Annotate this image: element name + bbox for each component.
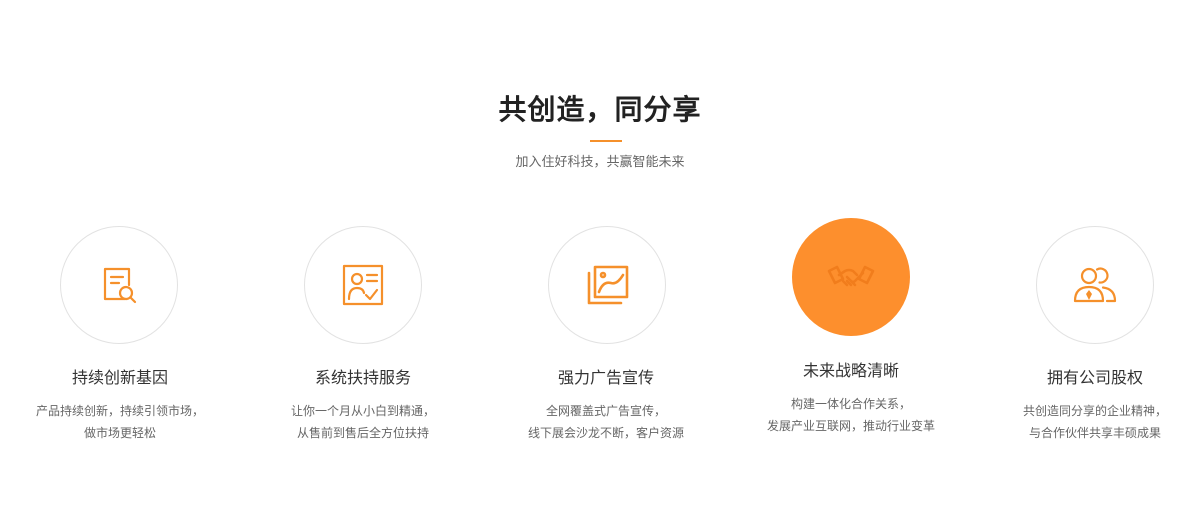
feature-icon-circle[interactable] xyxy=(548,226,666,344)
feature-desc-line: 让你一个月从小白到精通， xyxy=(290,404,435,418)
feature-title: 未来战略清晰 xyxy=(802,361,899,380)
feature-desc-line: 从售前到售后全方位扶持 xyxy=(296,426,429,440)
feature-desc-line: 与合作伙伴共享丰硕成果 xyxy=(1028,426,1161,440)
person-certificate-icon xyxy=(342,264,384,306)
feature-desc-line: 共创造同分享的企业精神， xyxy=(1022,404,1167,418)
feature-desc-line: 发展产业互联网，推动行业变革 xyxy=(766,419,935,433)
feature-icon-circle[interactable] xyxy=(60,226,178,344)
feature-description: 全网覆盖式广告宣传， 线下展会沙龙不断，客户资源 xyxy=(486,400,726,444)
feature-desc-line: 产品持续创新，持续引领市场， xyxy=(35,404,204,418)
ad-frame-icon xyxy=(587,265,629,305)
feature-desc-line: 全网覆盖式广告宣传， xyxy=(545,404,666,418)
section-subtitle: 加入住好科技，共赢智能未来 xyxy=(515,155,685,170)
feature-desc-line: 做市场更轻松 xyxy=(83,426,156,440)
feature-icon-circle-active[interactable] xyxy=(792,218,910,336)
feature-description: 构建一体化合作关系， 发展产业互联网，推动行业变革 xyxy=(731,393,971,437)
feature-title: 系统扶持服务 xyxy=(314,368,411,387)
feature-title: 拥有公司股权 xyxy=(1046,368,1143,387)
title-underline xyxy=(590,140,622,142)
feature-description: 共创造同分享的企业精神， 与合作伙伴共享丰硕成果 xyxy=(975,400,1200,444)
handshake-icon xyxy=(827,265,875,287)
section-title: 共创造，同分享 xyxy=(498,93,702,126)
people-equity-icon xyxy=(1073,267,1117,303)
feature-desc-line: 构建一体化合作关系， xyxy=(790,397,911,411)
feature-description: 让你一个月从小白到精通， 从售前到售后全方位扶持 xyxy=(243,400,483,444)
document-search-icon xyxy=(103,267,137,304)
feature-description: 产品持续创新，持续引领市场， 做市场更轻松 xyxy=(0,400,240,444)
feature-title: 强力广告宣传 xyxy=(557,368,654,387)
feature-title: 持续创新基因 xyxy=(71,368,168,387)
feature-desc-line: 线下展会沙龙不断，客户资源 xyxy=(527,426,684,440)
feature-icon-circle[interactable] xyxy=(304,226,422,344)
feature-icon-circle[interactable] xyxy=(1036,226,1154,344)
